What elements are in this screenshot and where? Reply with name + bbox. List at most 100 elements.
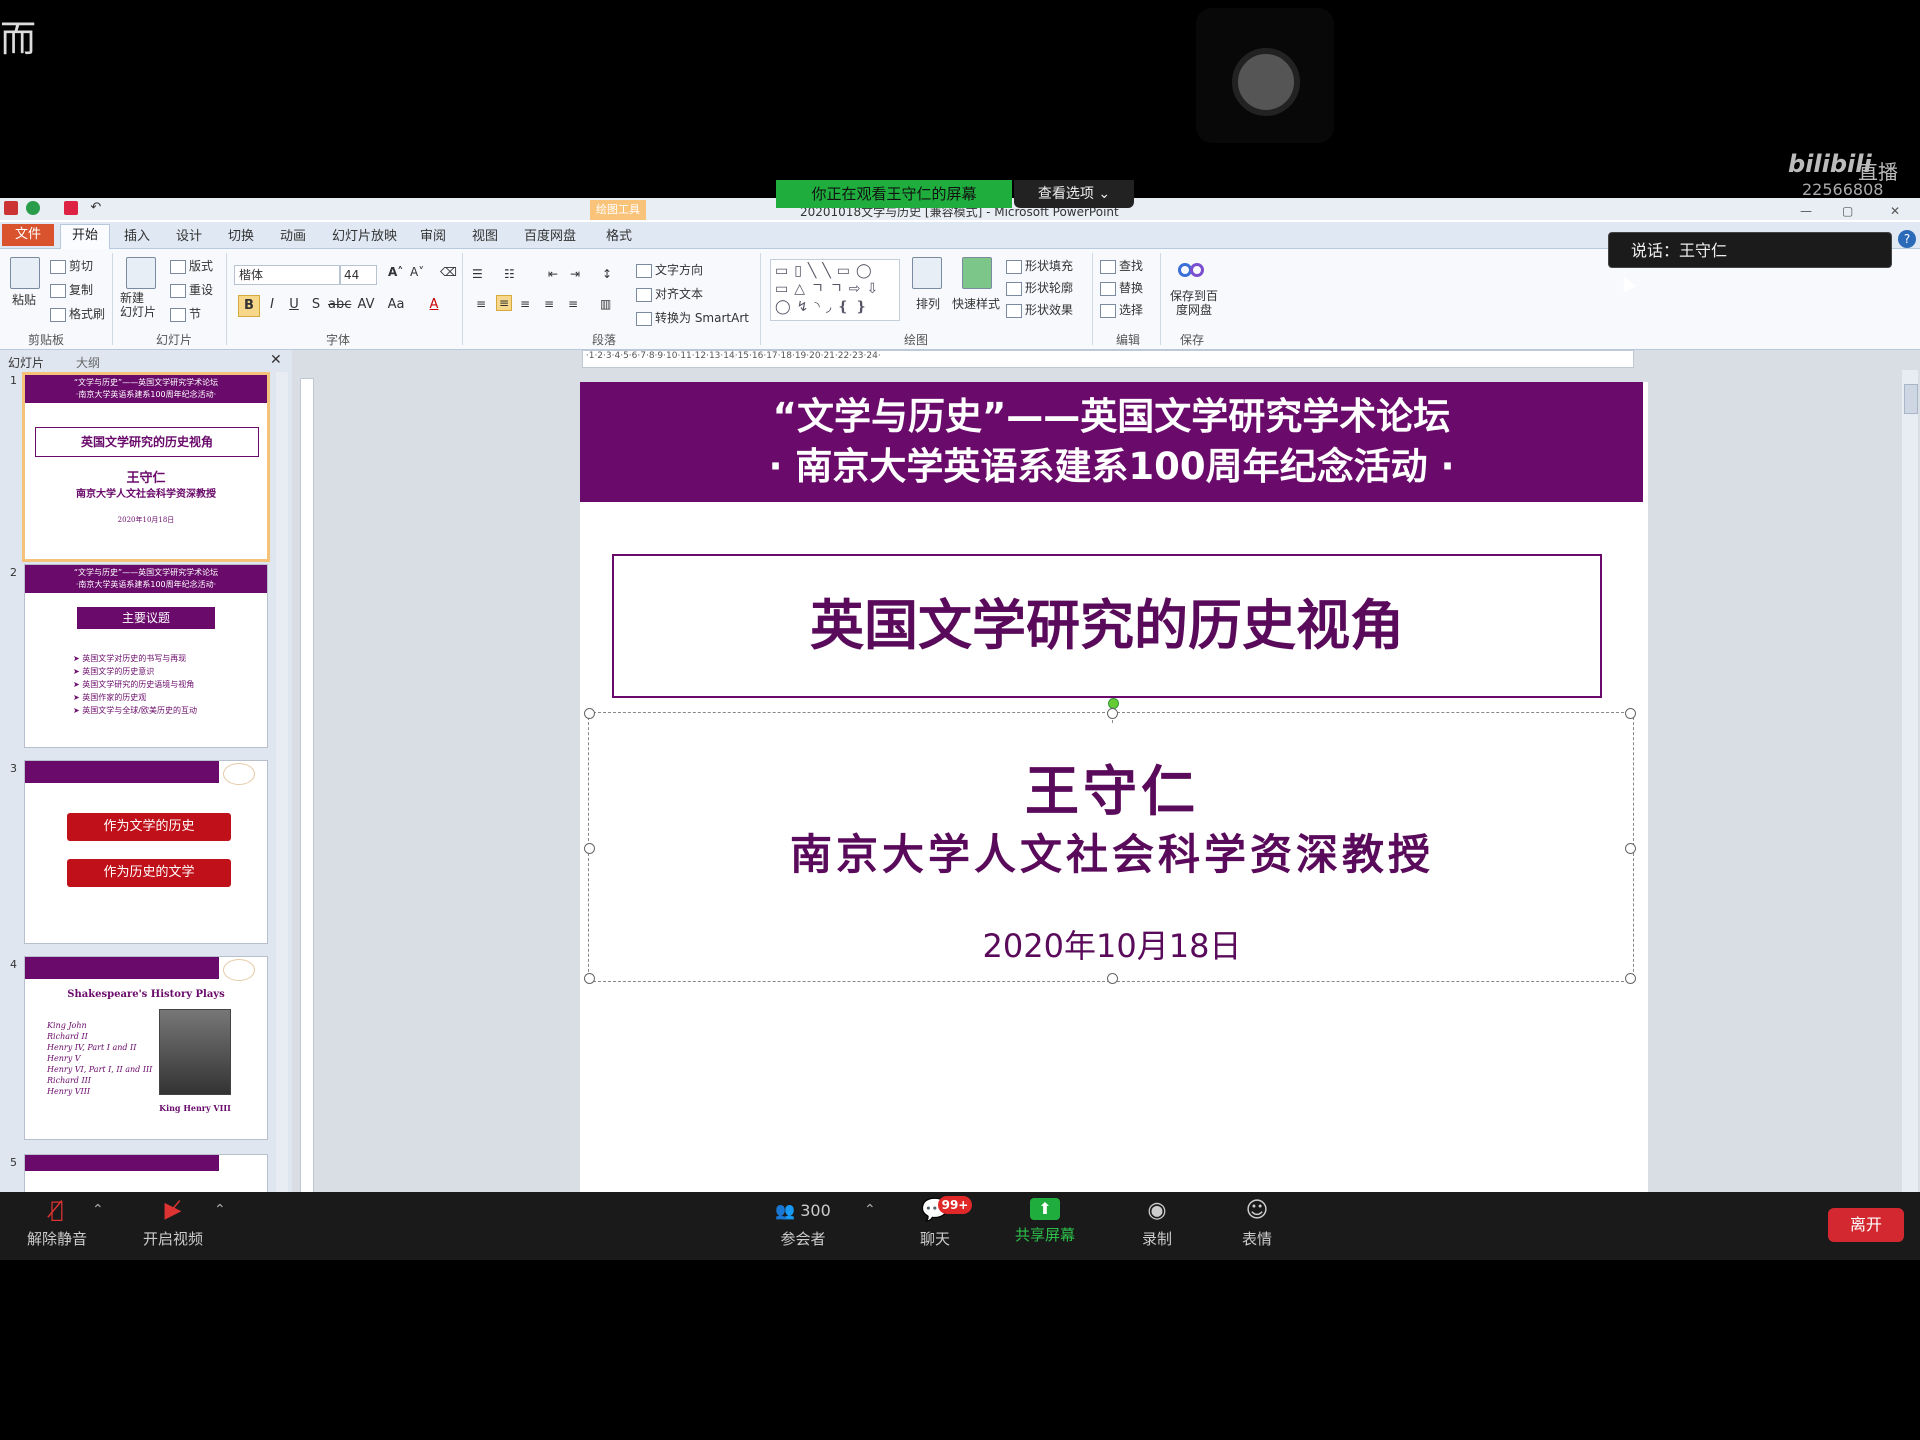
underline-icon[interactable]: U [284,295,304,315]
start-video-button[interactable]: ▶̸ 开启视频 [128,1198,218,1249]
slide-canvas[interactable]: “文学与历史”——英国文学研究学术论坛 · 南京大学英语系建系100周年纪念活动… [580,382,1648,1192]
distribute-icon[interactable]: ≡ [568,297,578,311]
tab-slideshow[interactable]: 幻灯片放映 [332,226,397,248]
slide-thumbnail-5[interactable] [24,1154,268,1192]
arrange-icon[interactable] [912,257,942,289]
italic-icon[interactable]: I [262,295,282,315]
bold-icon[interactable]: B [238,295,260,317]
record-button[interactable]: ◉ 录制 [1112,1198,1202,1249]
shape-effects-button[interactable]: 形状效果 [1006,301,1073,318]
save-to-baidu-button[interactable]: 保存到百度网盘 [1168,289,1220,317]
tab-outline[interactable]: 大纲 [76,354,100,371]
char-spacing-icon[interactable]: AV [356,295,376,315]
tab-home[interactable]: 开始 [60,224,110,249]
shape-fill-button[interactable]: 形状填充 [1006,257,1073,274]
cut-button[interactable]: 剪切 [50,257,93,274]
outdent-icon[interactable]: ⇥ [570,267,580,281]
slide-thumbnail-4[interactable]: Shakespeare's History Plays King John Ri… [24,956,268,1140]
slide-title[interactable]: 英国文学研究的历史视角 [612,554,1602,698]
resize-handle[interactable] [1107,708,1118,719]
font-color-icon[interactable]: A [424,295,444,315]
maximize-icon[interactable]: ▢ [1842,204,1853,218]
tab-transitions[interactable]: 切换 [228,226,254,248]
line-spacing-icon[interactable]: ↕ [602,267,612,281]
vertical-scrollbar[interactable] [1902,370,1918,1192]
baidu-cloud-icon[interactable] [1178,257,1206,281]
unmute-button[interactable]: 🎙̸ 解除静音 [12,1198,102,1249]
clear-format-icon[interactable]: ⌫ [440,265,457,279]
shadow-icon[interactable]: S [306,295,326,315]
change-case-icon[interactable]: Aa [386,295,406,315]
resize-handle[interactable] [1625,973,1636,984]
convert-smartart-button[interactable]: 转换为 SmartArt [636,309,749,326]
slide-thumbnail-1[interactable]: “文学与历史”——英国文学研究学术论坛 ·南京大学英语系建系100周年纪念活动·… [22,372,270,562]
layout-button[interactable]: 版式 [170,257,213,274]
align-center-icon[interactable]: ≡ [496,295,513,311]
justify-icon[interactable]: ≡ [544,297,554,311]
video-options-caret[interactable]: ⌃ [214,1202,226,1218]
tab-format[interactable]: 格式 [606,226,632,248]
tab-baidu[interactable]: 百度网盘 [524,226,576,248]
strikethrough-icon[interactable]: abc [328,295,351,315]
bullets-icon[interactable]: ☰ [472,267,483,281]
align-right-icon[interactable]: ≡ [520,297,530,311]
subtitle-textbox[interactable]: 王守仁 南京大学人文社会科学资深教授 2020年10月18日 [584,708,1636,984]
section-button[interactable]: 节 [170,305,201,322]
undo-icon[interactable]: ↶ [90,200,101,215]
new-slide-button[interactable]: 新建 幻灯片 [120,291,156,319]
tab-view[interactable]: 视图 [472,226,498,248]
pane-scrollbar[interactable] [276,372,288,1192]
format-painter-button[interactable]: 格式刷 [50,305,105,322]
columns-icon[interactable]: ▥ [600,297,611,311]
minimize-icon[interactable]: — [1800,204,1812,218]
tab-file[interactable]: 文件 [2,224,54,246]
tab-insert[interactable]: 插入 [124,226,150,248]
reactions-button[interactable]: ☺ 表情 [1212,1198,1302,1249]
share-screen-button[interactable]: ⬆ 共享屏幕 [1000,1198,1090,1245]
shrink-font-icon[interactable]: A˅ [410,265,424,279]
find-button[interactable]: 查找 [1100,257,1143,274]
align-text-button[interactable]: 对齐文本 [636,285,703,302]
new-slide-icon[interactable] [126,257,156,289]
resize-handle[interactable] [584,973,595,984]
save-icon[interactable] [64,200,79,215]
close-pane-icon[interactable]: ✕ [270,352,282,368]
text-direction-button[interactable]: 文字方向 [636,261,703,278]
leave-meeting-button[interactable]: 离开 [1828,1208,1904,1242]
scrollbar-thumb[interactable] [1904,384,1918,414]
font-size-select[interactable]: 44 [340,265,377,285]
tab-slides[interactable]: 幻灯片 [8,354,44,371]
shapes-gallery[interactable]: ▭▯╲╲▭◯ ▭△ㄱㄱ⇨⇩ ◯↯◝◞❴❵ [770,259,900,321]
tab-animations[interactable]: 动画 [280,226,306,248]
participants-button[interactable]: 👥 300 参会者 [758,1198,848,1249]
close-window-icon[interactable]: ✕ [1890,204,1900,218]
quick-styles-icon[interactable] [962,257,992,289]
copy-button[interactable]: 复制 [50,281,93,298]
participants-caret[interactable]: ⌃ [864,1202,876,1218]
audio-options-caret[interactable]: ⌃ [92,1202,104,1218]
tab-design[interactable]: 设计 [176,226,202,248]
arrange-button[interactable]: 排列 [916,295,940,312]
app-icon [4,200,18,215]
align-left-icon[interactable]: ≡ [476,297,486,311]
tab-review[interactable]: 审阅 [420,226,446,248]
grow-font-icon[interactable]: A˄ [388,265,403,279]
slide-thumbnail-3[interactable]: 作为文学的历史 作为历史的文学 [24,760,268,944]
numbering-icon[interactable]: ☷ [504,267,515,281]
paste-button[interactable]: 粘贴 [12,291,36,308]
resize-handle[interactable] [584,708,595,719]
quick-access-toolbar[interactable]: ↶ [4,200,101,215]
quick-styles-button[interactable]: 快速样式 [952,295,1000,312]
help-icon[interactable]: ? [1898,230,1916,248]
slide-thumbnail-2[interactable]: “文学与历史”——英国文学研究学术论坛 ·南京大学英语系建系100周年纪念活动·… [24,564,268,748]
paste-icon[interactable] [10,257,40,289]
reset-button[interactable]: 重设 [170,281,213,298]
view-options-button[interactable]: 查看选项 ⌄ [1014,180,1134,208]
resize-handle[interactable] [1625,708,1636,719]
indent-icon[interactable]: ⇤ [548,267,558,281]
resize-handle[interactable] [1107,973,1118,984]
shape-outline-button[interactable]: 形状轮廓 [1006,279,1073,296]
replace-button[interactable]: 替换 [1100,279,1143,296]
select-button[interactable]: 选择 [1100,301,1143,318]
font-name-select[interactable]: 楷体 [234,265,340,285]
